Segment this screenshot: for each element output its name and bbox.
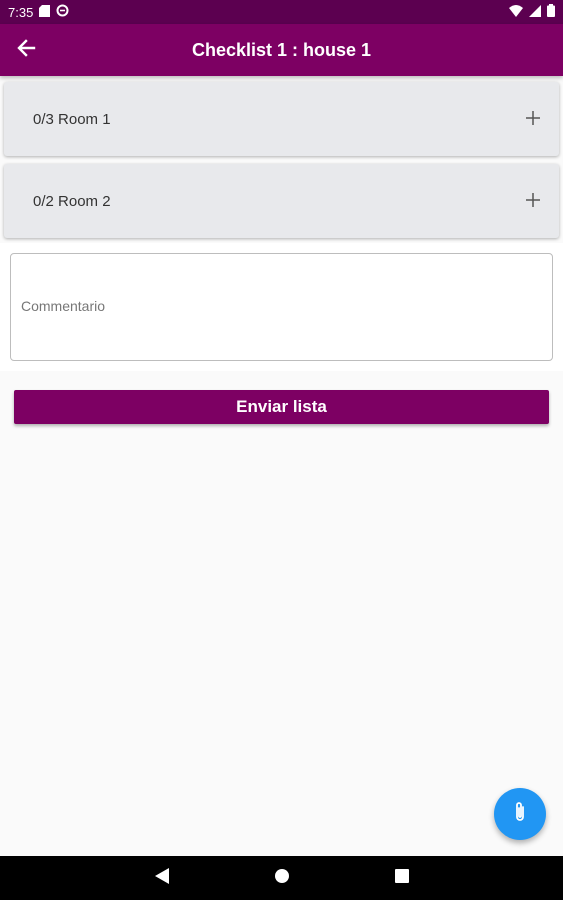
status-right: [509, 4, 555, 20]
nav-recents-button[interactable]: [392, 868, 412, 888]
plus-icon[interactable]: [525, 190, 541, 212]
comment-field-container: [10, 253, 553, 361]
page-title: Checklist 1 : house 1: [191, 39, 372, 60]
plus-icon[interactable]: [525, 108, 541, 130]
arrow-left-icon: [16, 38, 36, 63]
nav-back-button[interactable]: [152, 867, 172, 889]
room-card-room-1[interactable]: 0/3 Room 1: [4, 82, 559, 156]
status-bar: 7:35: [0, 0, 563, 24]
battery-icon: [547, 4, 555, 20]
paperclip-icon: [513, 801, 527, 828]
wifi-icon: [509, 4, 523, 20]
sd-card-icon: [39, 4, 51, 20]
status-left: 7:35: [8, 4, 69, 20]
comment-input[interactable]: [11, 254, 552, 360]
room-label: 0/3 Room 1: [33, 110, 111, 128]
attach-fab-button[interactable]: [494, 788, 546, 840]
status-time: 7:35: [8, 4, 34, 20]
nav-home-button[interactable]: [272, 868, 292, 888]
sync-icon: [56, 4, 69, 20]
system-nav-bar: [0, 856, 563, 900]
room-label: 0/2 Room 2: [33, 192, 111, 210]
back-button[interactable]: [12, 36, 40, 64]
recents-square-icon: [394, 868, 409, 888]
room-card-room-2[interactable]: 0/2 Room 2: [4, 164, 559, 238]
send-list-button[interactable]: Enviar lista: [14, 390, 549, 424]
back-triangle-icon: [154, 867, 169, 889]
signal-icon: [529, 4, 541, 20]
app-bar: Checklist 1 : house 1: [0, 24, 563, 76]
home-circle-icon: [274, 868, 290, 889]
